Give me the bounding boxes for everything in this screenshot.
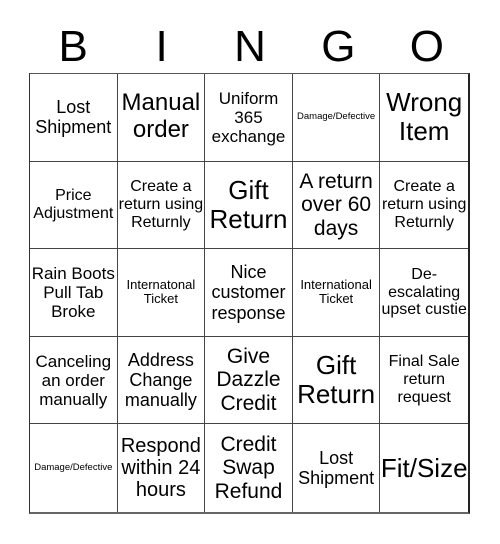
bingo-cell[interactable]: Nice customer response <box>205 249 293 337</box>
bingo-cell-text: Final Sale return request <box>388 353 460 407</box>
bingo-card-grid: Lost Shipment Manual order Uniform 365 exc… <box>29 73 470 514</box>
bingo-cell[interactable]: Credit Swap Refund <box>205 424 293 512</box>
bingo-cell-text: Canceling an order manually <box>35 351 112 409</box>
bingo-cell[interactable]: A return over 60 days <box>292 161 381 250</box>
bingo-cell[interactable]: Price Adjustment <box>30 161 118 250</box>
bingo-cell[interactable]: Give Dazzle Credit <box>205 336 293 425</box>
bingo-cell-text: Respond within 24 hours <box>120 434 201 502</box>
bingo-cell-text: Credit Swap Refund <box>214 432 283 503</box>
bingo-header: B I N G O <box>29 22 471 72</box>
bingo-cell[interactable]: Gift Return <box>205 161 293 250</box>
bingo-cell-text: Manual order <box>121 89 201 144</box>
bingo-cell-text: Internatonal Ticket <box>126 276 196 307</box>
header-letter-g: G <box>321 22 356 71</box>
bingo-cell[interactable]: Respond within 24 hours <box>118 424 206 512</box>
bingo-cell-text: Uniform 365 exchange <box>211 88 286 146</box>
bingo-cell[interactable]: Create a return using Returnly <box>380 162 468 250</box>
bingo-cell[interactable]: Address Change manually <box>117 336 206 425</box>
bingo-cell-text: Lost Shipment <box>35 97 112 138</box>
bingo-cell[interactable]: Lost Shipment <box>30 74 118 162</box>
bingo-cell[interactable]: De-escalating upset custie <box>380 249 468 337</box>
bingo-cell[interactable]: Lost Shipment <box>293 424 381 512</box>
bingo-cell[interactable]: Wrong Item <box>380 74 468 162</box>
header-letter-o: O <box>409 22 444 71</box>
header-letter-n: N <box>234 22 266 71</box>
bingo-cell-text: Gift Return <box>209 174 288 234</box>
bingo-cell[interactable]: Rain Boots Pull Tab Broke <box>30 249 118 337</box>
bingo-cell[interactable]: Create a return using Returnly <box>117 161 206 250</box>
bingo-cell[interactable]: Gift Return <box>292 336 381 425</box>
bingo-cell-text: De-escalating upset custie <box>381 265 467 319</box>
bingo-cell-text: Rain Boots Pull Tab Broke <box>31 263 115 321</box>
bingo-cell-text: Create a return using Returnly <box>381 178 467 231</box>
bingo-cell-text: International Ticket <box>300 276 372 307</box>
bingo-cell-text: Damage/Defective <box>297 110 376 122</box>
bingo-cell[interactable]: Internatonal Ticket <box>117 249 206 337</box>
bingo-cell-text: A return over 60 days <box>299 169 373 240</box>
bingo-cell-text: Gift Return <box>297 349 376 410</box>
header-letter-b: B <box>58 22 88 71</box>
bingo-cell-text: Create a return using Returnly <box>118 178 204 231</box>
bingo-cell[interactable]: Uniform 365 exchange <box>205 74 293 162</box>
bingo-cell-text: Lost Shipment <box>298 448 375 489</box>
bingo-cell[interactable]: Final Sale return request <box>380 337 468 425</box>
bingo-cell[interactable]: Manual order <box>117 74 206 162</box>
bingo-cell-text: Damage/Defective <box>34 461 113 473</box>
bingo-cell-text: Fit/Size <box>380 452 468 483</box>
bingo-cell[interactable]: International Ticket <box>292 249 381 337</box>
bingo-cell-text: Nice customer response <box>211 262 286 323</box>
bingo-cell[interactable]: Canceling an order manually <box>30 336 118 425</box>
bingo-cell[interactable]: Damage/Defective <box>30 424 118 512</box>
header-letter-i: I <box>155 22 168 71</box>
bingo-cell-text: Give Dazzle Credit <box>216 344 281 415</box>
bingo-cell-text: Address Change manually <box>124 349 197 411</box>
bingo-cell-text: Price Adjustment <box>33 186 114 222</box>
bingo-cell[interactable]: Damage/Defective <box>292 74 381 162</box>
bingo-cell-text: Wrong Item <box>386 87 463 147</box>
bingo-cell[interactable]: Fit/Size <box>380 424 468 512</box>
